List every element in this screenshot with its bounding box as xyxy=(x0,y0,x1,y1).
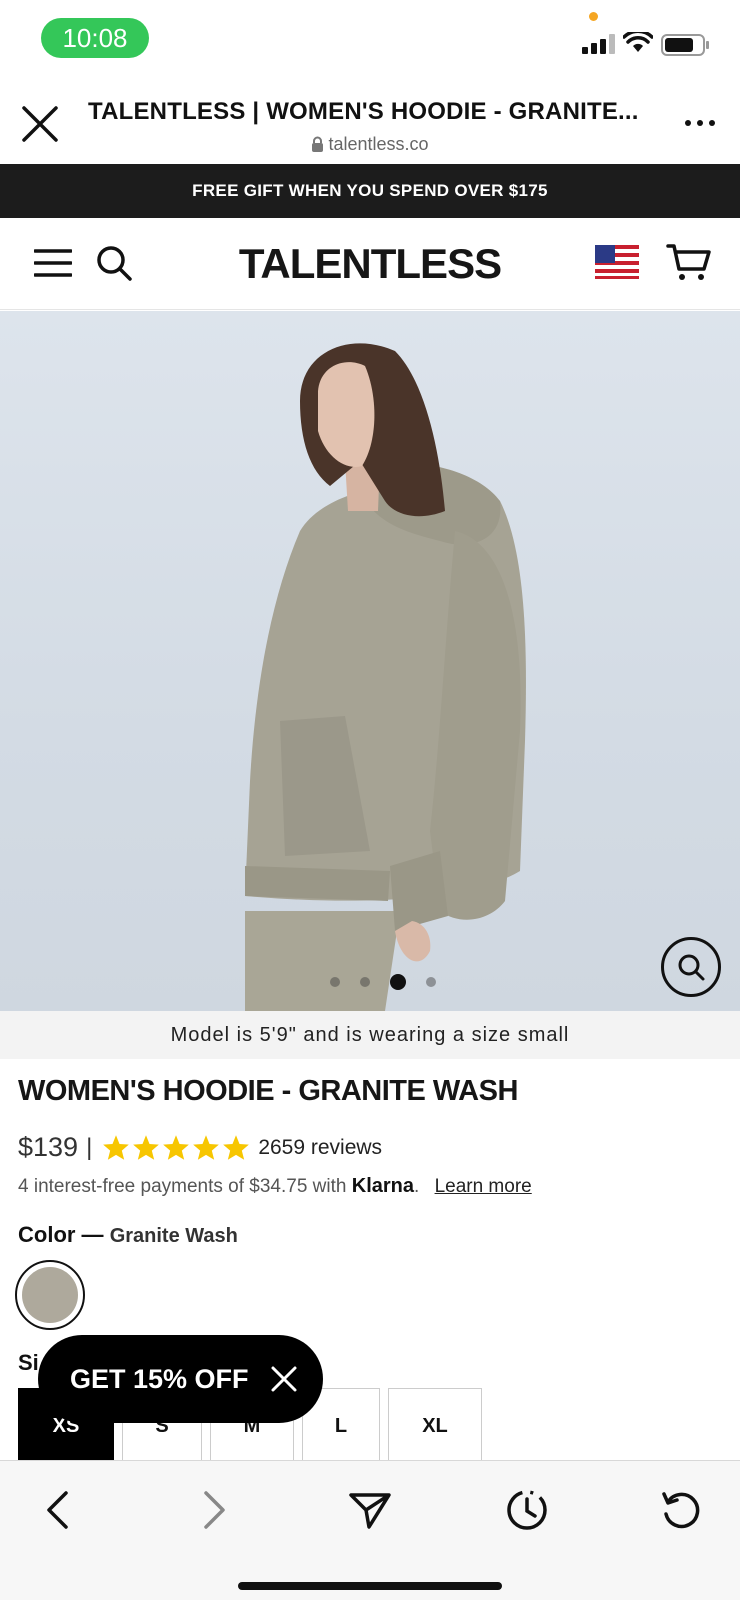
review-count[interactable]: 2659 reviews xyxy=(258,1136,382,1160)
forward-button[interactable] xyxy=(190,1485,240,1535)
image-carousel-dots xyxy=(330,974,436,990)
size-button-xl[interactable]: XL xyxy=(388,1388,482,1464)
privacy-indicator-dot xyxy=(589,12,598,21)
more-options-icon[interactable] xyxy=(684,118,716,128)
product-price: $139 xyxy=(18,1132,79,1162)
close-discount-icon[interactable] xyxy=(270,1365,298,1393)
model-photo xyxy=(245,343,526,1011)
discount-popup[interactable]: GET 15% OFF xyxy=(38,1335,323,1423)
price-row: $139 | 2659 reviews xyxy=(18,1132,382,1163)
klarna-period: . xyxy=(414,1176,420,1197)
reload-button[interactable] xyxy=(656,1485,706,1535)
color-label-row: Color — Granite Wash xyxy=(18,1222,238,1248)
send-icon xyxy=(349,1493,391,1529)
size-label: Si xyxy=(18,1350,39,1375)
cellular-signal-icon xyxy=(582,34,615,54)
color-swatch-granite-wash xyxy=(22,1267,78,1323)
cart-icon[interactable] xyxy=(666,242,712,282)
share-button[interactable] xyxy=(345,1485,395,1535)
star-icon xyxy=(133,1135,160,1160)
us-flag-icon[interactable] xyxy=(595,245,639,279)
site-nav: TALENTLESS xyxy=(0,218,740,310)
klarna-row: 4 interest-free payments of $34.75 with … xyxy=(18,1175,532,1198)
browser-toolbar xyxy=(0,1460,740,1600)
star-icon xyxy=(223,1135,250,1160)
product-title: WOMEN'S HOODIE - GRANITE WASH xyxy=(18,1075,518,1107)
product-image[interactable] xyxy=(0,311,740,1011)
lock-icon xyxy=(312,136,324,152)
promo-banner[interactable]: FREE GIFT WHEN YOU SPEND OVER $175 xyxy=(0,164,740,218)
star-icon xyxy=(193,1135,220,1160)
carousel-dot-active[interactable] xyxy=(390,974,406,990)
klarna-logo: Klarna xyxy=(351,1175,414,1197)
chevron-left-icon xyxy=(47,1491,68,1529)
discount-label: GET 15% OFF xyxy=(70,1363,249,1394)
browser-header: TALENTLESS | WOMEN'S HOODIE - GRANITE...… xyxy=(0,80,740,164)
url-bar[interactable]: talentless.co xyxy=(0,134,740,155)
battery-icon xyxy=(661,34,709,56)
star-icon xyxy=(103,1135,130,1160)
color-value: Granite Wash xyxy=(109,1225,238,1247)
price-separator: | xyxy=(86,1133,93,1161)
browser-page-title: TALENTLESS | WOMEN'S HOODIE - GRANITE... xyxy=(88,98,639,125)
model-size-note: Model is 5'9" and is wearing a size smal… xyxy=(0,1011,740,1059)
carousel-dot[interactable] xyxy=(360,977,370,987)
carousel-dot[interactable] xyxy=(330,977,340,987)
back-button[interactable] xyxy=(32,1485,82,1535)
star-icon xyxy=(163,1135,190,1160)
chevron-right-icon xyxy=(204,1491,225,1529)
home-indicator[interactable] xyxy=(238,1582,502,1590)
clock-history-icon xyxy=(507,1490,547,1530)
history-button[interactable] xyxy=(502,1485,552,1535)
learn-more-link[interactable]: Learn more xyxy=(435,1176,532,1197)
wifi-icon xyxy=(623,32,653,52)
color-swatch-selected[interactable] xyxy=(15,1260,85,1330)
status-time[interactable]: 10:08 xyxy=(41,18,149,58)
carousel-dot[interactable] xyxy=(426,977,436,987)
zoom-icon xyxy=(678,954,705,981)
status-bar: 10:08 xyxy=(0,0,740,80)
url-text: talentless.co xyxy=(328,134,429,154)
klarna-text: 4 interest-free payments of $34.75 with xyxy=(18,1176,347,1197)
zoom-button[interactable] xyxy=(661,937,721,997)
reload-icon xyxy=(662,1492,700,1529)
rating-stars[interactable] xyxy=(102,1134,250,1161)
color-label: Color — xyxy=(18,1222,104,1247)
